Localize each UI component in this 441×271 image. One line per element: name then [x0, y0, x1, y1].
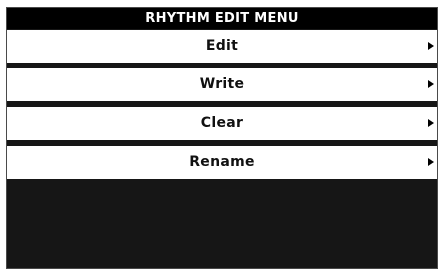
menu-item-label: Clear	[200, 115, 244, 131]
chevron-right-icon	[428, 119, 434, 127]
menu-item-label: Rename	[189, 154, 255, 170]
menu-item-clear[interactable]: Clear	[7, 107, 437, 140]
menu-item-label: Write	[199, 76, 245, 92]
menu-title: RHYTHM EDIT MENU	[7, 8, 437, 29]
chevron-right-icon	[428, 42, 434, 50]
page: RHYTHM EDIT MENU Edit Write Clear Rename	[0, 0, 441, 271]
chevron-right-icon	[428, 80, 434, 88]
menu-item-edit[interactable]: Edit	[7, 30, 437, 63]
chevron-right-icon	[428, 158, 434, 166]
menu-item-write[interactable]: Write	[7, 68, 437, 101]
menu-item-rename[interactable]: Rename	[7, 146, 437, 179]
menu-item-label: Edit	[205, 38, 239, 54]
lcd-screen: RHYTHM EDIT MENU Edit Write Clear Rename	[6, 7, 438, 269]
